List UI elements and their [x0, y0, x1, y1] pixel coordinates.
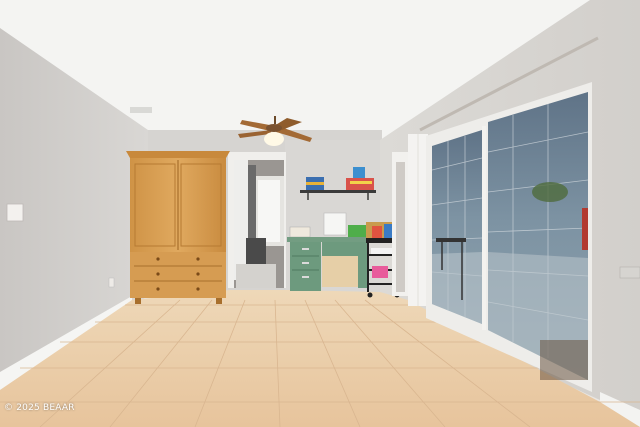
doorway — [228, 152, 286, 288]
fan-light — [264, 132, 284, 146]
wardrobe-armoire — [126, 151, 230, 304]
plant — [532, 182, 568, 202]
side-door — [392, 152, 408, 296]
outlet — [108, 277, 115, 288]
light-switch — [6, 203, 24, 222]
appliance — [246, 238, 266, 268]
air-vent — [130, 107, 152, 113]
door-handle — [582, 208, 588, 250]
photo-watermark: © 2025 BEAAR — [4, 403, 75, 413]
room-photo — [0, 0, 640, 427]
patio-table — [436, 238, 466, 242]
side-table-edge — [619, 266, 640, 279]
